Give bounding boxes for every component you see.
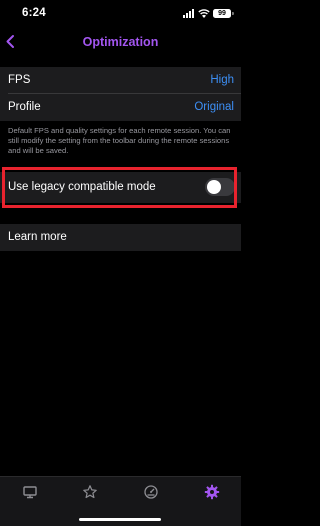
highlight-annotation [2,167,237,208]
fps-row[interactable]: FPS High [0,67,241,94]
profile-row[interactable]: Profile Original [0,94,241,121]
learn-more-row[interactable]: Learn more [0,224,241,251]
status-time: 6:24 [22,7,46,19]
tab-performance[interactable] [143,484,159,500]
star-icon [83,485,97,499]
settings-footnote: Default FPS and quality settings for eac… [8,126,231,155]
monitor-icon [23,486,37,499]
tab-favorites[interactable] [82,484,98,500]
speedometer-icon [144,485,158,499]
battery-icon: 99 [213,8,234,18]
profile-label: Profile [8,101,41,113]
nav-bar: Optimization [0,28,241,56]
battery-level: 99 [218,9,226,17]
gear-icon [204,484,220,500]
status-icons: 99 [183,8,234,18]
tab-settings[interactable] [204,484,220,500]
page-title: Optimization [82,35,159,49]
learn-more-group: Learn more [0,224,241,251]
status-bar: 6:24 99 [0,0,241,26]
fps-value[interactable]: High [210,74,234,86]
fps-label: FPS [8,74,31,86]
profile-value[interactable]: Original [194,101,234,113]
home-indicator [79,518,161,521]
quality-settings-group: FPS High Profile Original [0,67,241,121]
wifi-icon [198,8,210,18]
learn-more-label: Learn more [8,231,67,243]
signal-icon [183,8,194,18]
tab-devices[interactable] [22,484,38,500]
